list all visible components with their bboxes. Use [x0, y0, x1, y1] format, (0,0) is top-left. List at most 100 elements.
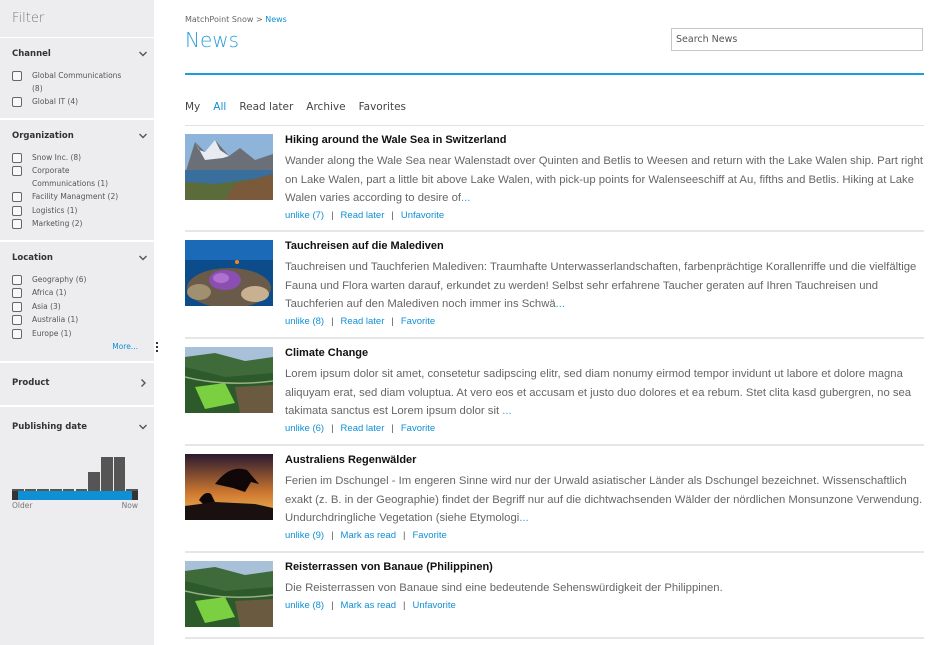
filter-option[interactable]: Corporate Communications (1) [12, 165, 154, 190]
rice-terraces-image[interactable] [185, 347, 273, 413]
option-label: Asia (3) [32, 301, 61, 311]
filter-sidebar: Filter Channel Global Communications (8)… [0, 0, 154, 645]
filter-section-publishing-date: Publishing date Older Now [0, 407, 154, 510]
news-summary: Wander along the Wale Sea near Walenstad… [285, 152, 924, 208]
read-later-link[interactable]: Read later [341, 210, 385, 221]
news-title[interactable]: Hiking around the Wale Sea in Switzerlan… [285, 134, 924, 147]
option-label: Marketing (2) [32, 219, 83, 228]
filter-section-header[interactable]: Publishing date [12, 411, 154, 443]
news-actions: unlike (6) | Read later | Favorite [285, 422, 924, 436]
chevron-down-icon[interactable] [138, 253, 148, 263]
filter-option[interactable]: Europe (1) [12, 328, 154, 341]
checkbox[interactable] [12, 205, 22, 216]
publishing-date-histogram [12, 445, 138, 491]
tab-my[interactable]: My [185, 101, 200, 113]
filter-section-header[interactable]: Location [12, 242, 154, 274]
unlike-link[interactable]: unlike (9) [285, 530, 324, 541]
checkbox[interactable] [12, 219, 22, 229]
section-title: Location [12, 252, 53, 263]
option-label: Geography (6) [32, 274, 87, 284]
breadcrumb-root[interactable]: MatchPoint Snow [185, 15, 253, 24]
checkbox[interactable] [12, 288, 22, 298]
tab-all[interactable]: All [213, 101, 226, 113]
date-range-slider[interactable] [12, 491, 138, 500]
favorite-link[interactable]: Favorite [401, 316, 435, 327]
filter-option[interactable]: Global Communications (8) [12, 70, 154, 95]
filter-section-channel: Channel Global Communications (8) Global… [0, 38, 154, 120]
unlike-link[interactable]: unlike (8) [285, 316, 324, 327]
checkbox[interactable] [12, 166, 22, 176]
checkbox[interactable] [12, 328, 22, 339]
tab-read-later[interactable]: Read later [239, 101, 293, 113]
news-title[interactable]: Tauchreisen auf die Malediven [285, 240, 924, 253]
unlike-link[interactable]: unlike (8) [285, 600, 324, 611]
checkbox[interactable] [12, 71, 22, 81]
option-label: Europe (1) [32, 328, 72, 338]
favorite-link[interactable]: Favorite [412, 530, 446, 541]
tab-archive[interactable]: Archive [306, 101, 345, 113]
sidebar-resize-handle[interactable] [156, 342, 160, 354]
favorite-link[interactable]: Favorite [401, 423, 435, 434]
filter-option[interactable]: Snow Inc. (8) [12, 152, 154, 165]
read-more-ellipsis[interactable]: ... [519, 512, 528, 524]
filter-option[interactable]: Marketing (2) [12, 218, 154, 231]
read-more-ellipsis[interactable]: ... [556, 298, 565, 310]
filter-option[interactable]: Facility Managment (2) [12, 191, 154, 204]
unfavorite-link[interactable]: Unfavorite [412, 600, 455, 611]
mark-as-read-link[interactable]: Mark as read [341, 530, 396, 541]
checkbox[interactable] [12, 315, 22, 325]
histogram-bar [88, 472, 100, 491]
checkbox[interactable] [12, 301, 22, 312]
news-title[interactable]: Australiens Regenwälder [285, 454, 924, 467]
filter-section-header[interactable]: Channel [12, 38, 154, 70]
separator: | [402, 599, 406, 611]
slider-handle-end[interactable] [132, 491, 138, 500]
chevron-down-icon[interactable] [138, 49, 148, 59]
checkbox[interactable] [12, 192, 22, 202]
chevron-down-icon[interactable] [138, 131, 148, 141]
separator: | [331, 529, 334, 541]
search-input[interactable]: Search News [671, 28, 923, 51]
news-item: Tauchreisen auf die Malediven Tauchreise… [185, 232, 924, 339]
tab-favorites[interactable]: Favorites [359, 101, 406, 113]
unfavorite-link[interactable]: Unfavorite [401, 210, 444, 221]
summary-text: Die Reisterrassen von Banaue sind eine b… [285, 582, 723, 594]
news-actions: unlike (8) | Read later | Favorite [285, 315, 924, 329]
summary-text: Tauchreisen und Tauchferien Malediven: T… [285, 261, 917, 310]
rice-terraces-image[interactable] [185, 561, 273, 627]
filter-option[interactable]: Australia (1) [12, 314, 154, 327]
checkbox[interactable] [12, 152, 22, 163]
news-actions: unlike (7) | Read later | Unfavorite [285, 209, 924, 223]
kangaroo-sunset-image[interactable] [185, 454, 273, 520]
breadcrumb-current[interactable]: News [265, 15, 287, 24]
filter-section-header[interactable]: Product [12, 367, 154, 399]
news-title[interactable]: Reisterrassen von Banaue (Philippinen) [285, 561, 924, 574]
filter-option[interactable]: Geography (6) [12, 274, 154, 287]
filter-section-header[interactable]: Organization [12, 120, 154, 152]
read-more-ellipsis[interactable]: ... [461, 192, 470, 204]
separator: | [402, 529, 406, 541]
read-later-link[interactable]: Read later [341, 316, 385, 327]
read-more-ellipsis[interactable]: ... [502, 405, 511, 417]
filter-option[interactable]: Global IT (4) [12, 96, 154, 109]
chevron-right-icon[interactable] [138, 378, 148, 388]
more-link[interactable]: More... [12, 342, 154, 361]
histogram-bar [113, 457, 126, 491]
mark-as-read-link[interactable]: Mark as read [341, 600, 396, 611]
news-title[interactable]: Climate Change [285, 347, 924, 360]
filter-section-organization: Organization Snow Inc. (8) Corporate Com… [0, 120, 154, 242]
coral-reef-image[interactable] [185, 240, 273, 306]
section-title: Product [12, 378, 50, 388]
checkbox[interactable] [12, 274, 22, 285]
mountain-lake-image[interactable] [185, 134, 273, 200]
unlike-link[interactable]: unlike (6) [285, 423, 324, 434]
read-later-link[interactable]: Read later [341, 423, 385, 434]
unlike-link[interactable]: unlike (7) [285, 210, 324, 221]
filter-option[interactable]: Asia (3) [12, 301, 154, 314]
filter-section-location: Location Geography (6) Africa (1) Asia (… [0, 242, 154, 363]
filter-option[interactable]: Logistics (1) [12, 205, 154, 218]
filter-option[interactable]: Africa (1) [12, 287, 154, 300]
checkbox[interactable] [12, 97, 22, 107]
chevron-down-icon[interactable] [138, 422, 148, 432]
slider-handle-start[interactable] [12, 491, 18, 500]
